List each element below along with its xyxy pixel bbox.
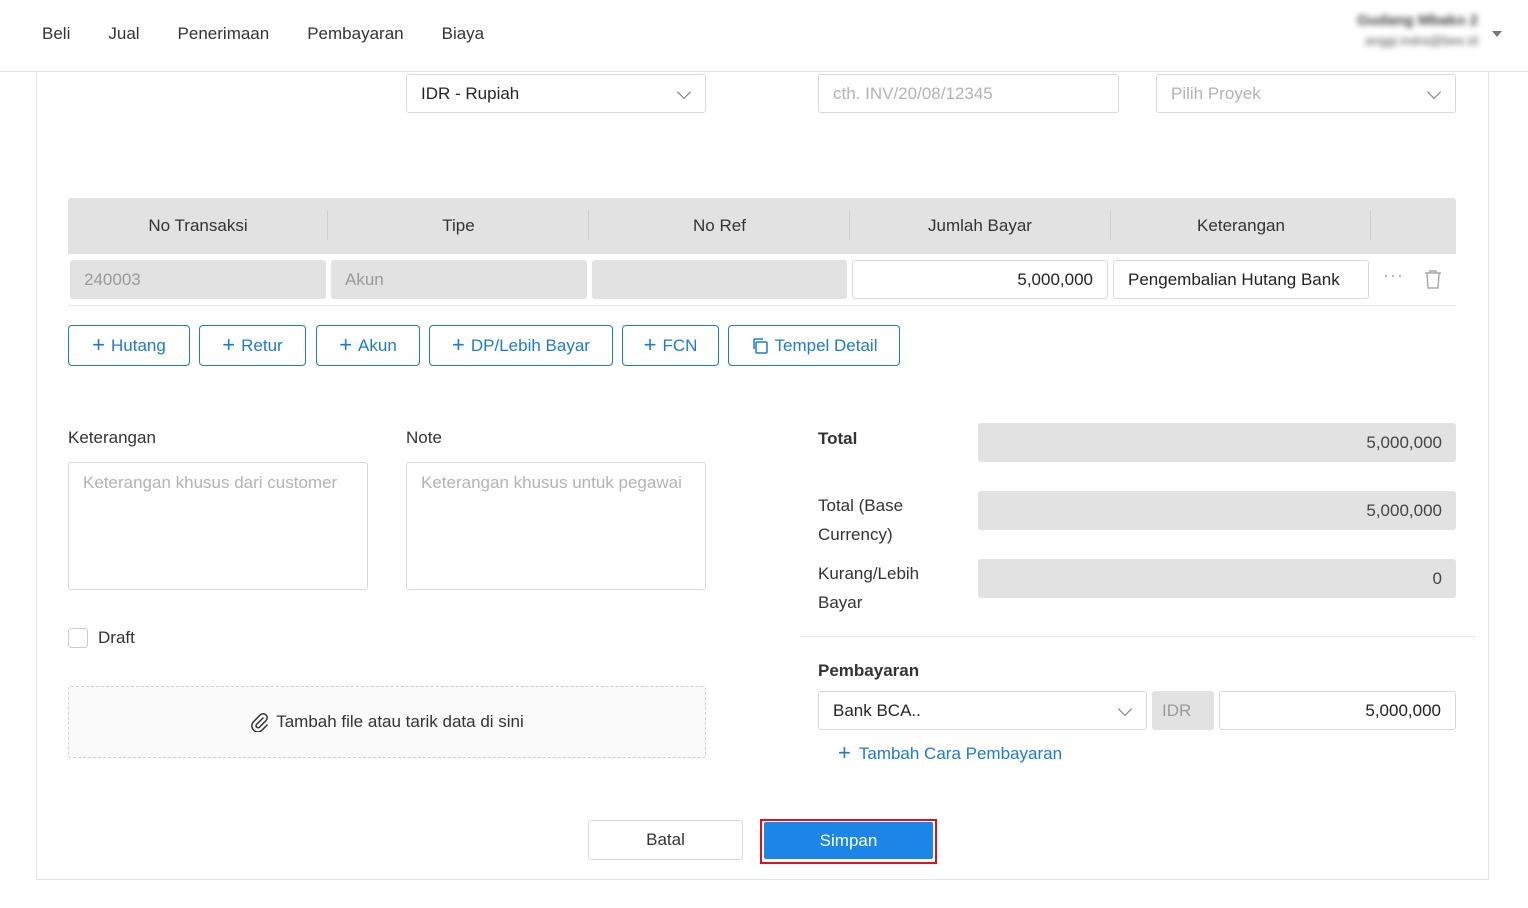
add-dp-lebih-bayar-button[interactable]: + DP/Lebih Bayar: [429, 325, 613, 366]
nav-item-pembayaran[interactable]: Pembayaran: [307, 24, 403, 44]
trash-icon[interactable]: [1424, 269, 1442, 289]
plus-icon: +: [452, 331, 465, 357]
column-divider: [1370, 210, 1371, 240]
column-header-jumlah-bayar: Jumlah Bayar: [928, 216, 1032, 235]
cancel-button[interactable]: Batal: [588, 820, 743, 860]
nav-item-penerimaan[interactable]: Penerimaan: [178, 24, 270, 44]
jumlah-bayar-input[interactable]: 5,000,000: [852, 260, 1108, 299]
chevron-down-icon: [1117, 701, 1133, 717]
paste-detail-button[interactable]: Tempel Detail: [728, 325, 900, 366]
nav-item-biaya[interactable]: Biaya: [442, 24, 485, 44]
dropzone-text: Tambah file atau tarik data di sini: [276, 712, 524, 731]
add-fcn-label: FCN: [662, 335, 698, 355]
kurang-label-line1: Kurang/Lebih: [818, 564, 920, 583]
nav-item-beli[interactable]: Beli: [42, 24, 70, 44]
invoice-number-placeholder: cth. INV/20/08/12345: [833, 83, 993, 103]
plus-icon: +: [222, 331, 236, 357]
nav-item-jual[interactable]: Jual: [108, 24, 139, 44]
add-fcn-button[interactable]: + FCN: [622, 325, 719, 366]
currency-select[interactable]: IDR - Rupiah: [406, 74, 706, 113]
total-base-label-line1: Total (Base: [818, 496, 904, 515]
paste-detail-label: Tempel Detail: [774, 335, 878, 355]
add-hutang-button[interactable]: + Hutang: [68, 325, 190, 366]
top-nav-menu: Beli Jual Penerimaan Pembayaran Biaya: [42, 24, 484, 44]
plus-icon: +: [643, 331, 657, 357]
plus-icon: +: [838, 740, 851, 765]
total-label: Total: [818, 429, 858, 448]
payment-amount-input[interactable]: 5,000,000: [1219, 691, 1456, 730]
plus-icon: +: [339, 331, 353, 357]
total-value: 5,000,000: [978, 423, 1456, 462]
no-transaksi-cell: 240003: [70, 260, 326, 299]
draft-checkbox[interactable]: [68, 628, 88, 648]
row-divider: [68, 305, 1456, 306]
total-base-currency-label: Total (Base Currency): [818, 491, 903, 549]
no-ref-cell: [592, 260, 847, 299]
caret-down-icon[interactable]: [1492, 31, 1502, 37]
user-menu[interactable]: Gudang Mbako 2 anggi.indra@bee.id: [1357, 12, 1478, 48]
paperclip-icon: [251, 712, 269, 732]
add-retur-button[interactable]: + Retur: [199, 325, 306, 366]
project-select[interactable]: Pilih Proyek: [1156, 74, 1456, 113]
invoice-number-input[interactable]: cth. INV/20/08/12345: [818, 74, 1119, 113]
currency-select-value: IDR - Rupiah: [421, 83, 520, 103]
add-dp-label: DP/Lebih Bayar: [470, 335, 590, 355]
payment-method-select[interactable]: Bank BCA..: [818, 691, 1147, 730]
file-dropzone[interactable]: Tambah file atau tarik data di sini: [68, 686, 706, 758]
total-base-currency-value: 5,000,000: [978, 491, 1456, 530]
add-akun-button[interactable]: + Akun: [316, 325, 420, 366]
keterangan-row-input[interactable]: Pengembalian Hutang Bank: [1113, 260, 1369, 299]
more-options-icon[interactable]: ···: [1383, 265, 1404, 286]
column-header-keterangan: Keterangan: [1197, 216, 1285, 235]
kurang-lebih-bayar-value: 0: [978, 559, 1456, 598]
user-email: anggi.indra@bee.id: [1365, 33, 1478, 48]
payment-method-value: Bank BCA..: [833, 700, 921, 720]
keterangan-label: Keterangan: [68, 428, 156, 447]
add-retur-label: Retur: [241, 335, 283, 355]
user-name: Gudang Mbako 2: [1357, 12, 1478, 29]
chevron-down-icon: [1426, 84, 1442, 100]
chevron-down-icon: [676, 84, 692, 100]
add-payment-method-label: Tambah Cara Pembayaran: [858, 744, 1063, 763]
tipe-cell: Akun: [331, 260, 587, 299]
pembayaran-label: Pembayaran: [818, 661, 920, 680]
top-navigation-bar: Beli Jual Penerimaan Pembayaran Biaya Gu…: [0, 0, 1528, 72]
copy-icon: [752, 337, 768, 354]
note-textarea[interactable]: Keterangan khusus untuk pegawai: [406, 462, 706, 590]
column-header-no-transaksi: No Transaksi: [148, 216, 248, 235]
note-label: Note: [406, 428, 442, 447]
keterangan-textarea[interactable]: Keterangan khusus dari customer: [68, 462, 368, 590]
plus-icon: +: [92, 331, 106, 357]
add-payment-method-link[interactable]: + Tambah Cara Pembayaran: [838, 740, 1063, 765]
total-base-label-line2: Currency): [818, 525, 893, 544]
add-hutang-label: Hutang: [111, 335, 166, 355]
kurang-lebih-bayar-label: Kurang/Lebih Bayar: [818, 559, 919, 617]
project-select-placeholder: Pilih Proyek: [1171, 83, 1261, 103]
detail-table-header: No Transaksi Tipe No Ref Jumlah Bayar Ke…: [68, 198, 1456, 254]
kurang-label-line2: Bayar: [818, 593, 863, 612]
column-header-no-ref: No Ref: [693, 216, 746, 235]
save-button[interactable]: Simpan: [764, 822, 933, 859]
summary-divider: [800, 636, 1476, 637]
add-akun-label: Akun: [358, 335, 397, 355]
payment-currency: IDR: [1152, 691, 1214, 730]
draft-label: Draft: [98, 628, 135, 647]
column-header-tipe: Tipe: [442, 216, 475, 235]
